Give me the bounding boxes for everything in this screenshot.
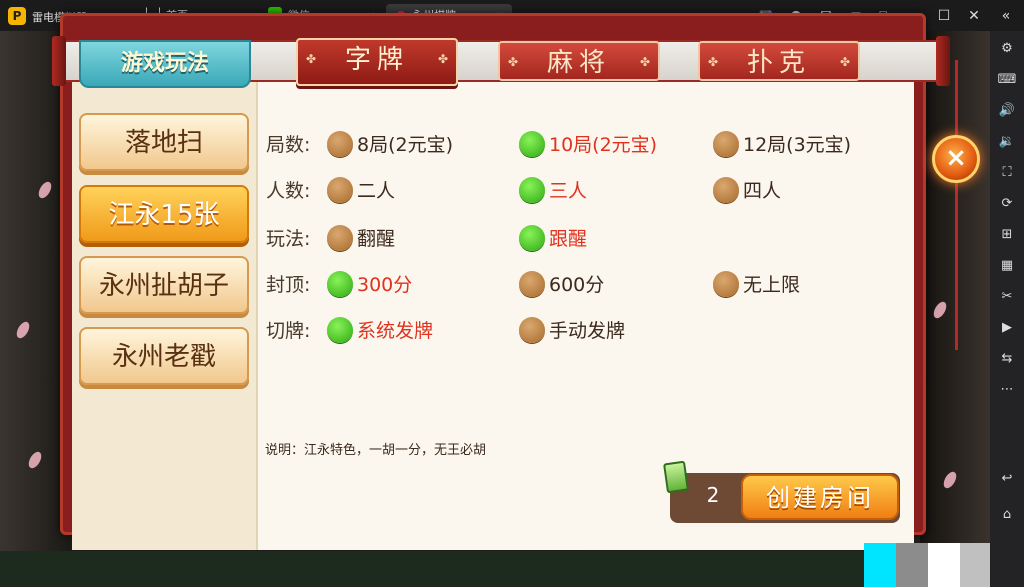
close-panel-button[interactable]: × bbox=[932, 135, 980, 183]
more-icon[interactable]: ⋯ bbox=[995, 378, 1019, 402]
sync-icon[interactable]: ⇆ bbox=[995, 347, 1019, 371]
back-icon[interactable]: ↩ bbox=[995, 467, 1019, 491]
apk-install-icon[interactable]: ▦ bbox=[995, 254, 1019, 278]
players-option[interactable]: 四人 bbox=[713, 176, 782, 203]
ornament-icon: ✤ bbox=[437, 52, 449, 66]
radio-dot-selected bbox=[327, 271, 353, 297]
rounds-option-label: 8局(2元宝) bbox=[357, 134, 454, 156]
video-record-icon[interactable]: ▶ bbox=[995, 316, 1019, 340]
home-android-icon[interactable]: ⌂ bbox=[995, 503, 1019, 527]
game-rules-tab[interactable]: 游戏玩法 bbox=[79, 40, 251, 88]
radio-dot bbox=[519, 271, 545, 297]
players-option-label: 三人 bbox=[549, 180, 588, 202]
radio-dot bbox=[519, 317, 545, 343]
deal-option[interactable]: 手动发牌 bbox=[519, 316, 626, 343]
rounds-option-label: 10局(2元宝) bbox=[549, 134, 658, 156]
add-window-icon[interactable]: ⊞ bbox=[995, 223, 1019, 247]
ornament-icon: ✤ bbox=[507, 55, 519, 69]
mode-jiangyong15-button[interactable]: 江永15张 bbox=[79, 185, 249, 243]
radio-dot bbox=[327, 131, 353, 157]
radio-dot-selected bbox=[327, 317, 353, 343]
swatch-cyan bbox=[864, 543, 896, 587]
deal-label: 切牌: bbox=[266, 320, 311, 342]
swatch-white bbox=[928, 543, 960, 587]
scroll-end-right bbox=[936, 36, 950, 86]
radio-dot bbox=[713, 177, 739, 203]
rounds-label: 局数: bbox=[266, 134, 311, 156]
players-option-label: 四人 bbox=[743, 180, 782, 202]
rounds-option[interactable]: 8局(2元宝) bbox=[327, 130, 454, 157]
rope-decoration bbox=[955, 60, 958, 350]
tab-mahjong-label: 麻将 bbox=[546, 48, 611, 78]
tab-mahjong[interactable]: ✤ 麻将 ✤ bbox=[498, 41, 660, 81]
play-style-label: 玩法: bbox=[266, 228, 311, 250]
room-card-icon bbox=[663, 460, 689, 494]
play-style-option-label: 翻醒 bbox=[357, 228, 396, 250]
close-window-icon[interactable]: ✕ bbox=[964, 6, 984, 26]
deal-option-label: 系统发牌 bbox=[357, 320, 434, 342]
tab-poker[interactable]: ✤ 扑克 ✤ bbox=[698, 41, 860, 81]
volume-down-icon[interactable]: 🔉 bbox=[995, 130, 1019, 154]
players-option-label: 二人 bbox=[357, 180, 396, 202]
rules-note: 说明：江永特色，一胡一分，无王必胡 bbox=[265, 443, 487, 458]
play-style-option[interactable]: 跟醒 bbox=[519, 224, 588, 251]
players-label: 人数: bbox=[266, 180, 311, 202]
rounds-option[interactable]: 12局(3元宝) bbox=[713, 130, 852, 157]
room-card-count: 2 bbox=[706, 483, 720, 507]
cap-option[interactable]: 600分 bbox=[519, 270, 605, 297]
radio-dot bbox=[327, 225, 353, 251]
cap-option-label: 无上限 bbox=[743, 274, 801, 296]
rounds-option[interactable]: 10局(2元宝) bbox=[519, 130, 658, 157]
mode-yongzhou-laochuo-button[interactable]: 永州老戳 bbox=[79, 327, 249, 385]
cap-option-label: 600分 bbox=[549, 274, 605, 296]
fullscreen-icon[interactable]: ⛶ bbox=[995, 161, 1019, 185]
mode-luodisao-button[interactable]: 落地扫 bbox=[79, 113, 249, 171]
settings-gear-icon[interactable]: ⚙ bbox=[995, 37, 1019, 61]
volume-up-icon[interactable]: 🔊 bbox=[995, 99, 1019, 123]
radio-dot bbox=[713, 271, 739, 297]
swatch-light-gray bbox=[960, 543, 990, 587]
deal-option[interactable]: 系统发牌 bbox=[327, 316, 434, 343]
rotate-icon[interactable]: ⟳ bbox=[995, 192, 1019, 216]
radio-dot-selected bbox=[519, 177, 545, 203]
emulator-logo-icon: P bbox=[8, 7, 26, 25]
ornament-icon: ✤ bbox=[639, 55, 651, 69]
scissors-icon[interactable]: ✂ bbox=[995, 285, 1019, 309]
collapse-sidebar-icon[interactable]: « bbox=[996, 6, 1016, 26]
ornament-icon: ✤ bbox=[839, 55, 851, 69]
ornament-icon: ✤ bbox=[305, 52, 317, 66]
swatch-gray bbox=[896, 543, 928, 587]
emulator-sidebar: ⚙ ⌨ 🔊 🔉 ⛶ ⟳ ⊞ ▦ ✂ ▶ ⇆ ⋯ ↩ ⌂ bbox=[990, 31, 1024, 587]
game-bottom-bar bbox=[0, 551, 990, 587]
scroll-end-left bbox=[52, 36, 66, 86]
create-room-button[interactable]: 创建房间 bbox=[741, 474, 899, 520]
play-style-option[interactable]: 翻醒 bbox=[327, 224, 396, 251]
radio-dot-selected bbox=[519, 131, 545, 157]
tab-zipai-label: 字牌 bbox=[344, 45, 409, 75]
cap-option[interactable]: 无上限 bbox=[713, 270, 801, 297]
radio-dot bbox=[713, 131, 739, 157]
radio-dot bbox=[327, 177, 353, 203]
players-option[interactable]: 二人 bbox=[327, 176, 396, 203]
tab-poker-label: 扑克 bbox=[746, 48, 811, 78]
players-option[interactable]: 三人 bbox=[519, 176, 588, 203]
deal-option-label: 手动发牌 bbox=[549, 320, 626, 342]
mode-yongzhou-chehuzi-button[interactable]: 永州扯胡子 bbox=[79, 256, 249, 314]
tab-zipai[interactable]: ✤ 字牌 ✤ bbox=[296, 38, 458, 86]
rounds-option-label: 12局(3元宝) bbox=[743, 134, 852, 156]
play-style-option-label: 跟醒 bbox=[549, 228, 588, 250]
radio-dot-selected bbox=[519, 225, 545, 251]
cap-option[interactable]: 300分 bbox=[327, 270, 413, 297]
maximize-icon[interactable]: ☐ bbox=[934, 6, 954, 26]
cap-label: 封顶: bbox=[266, 274, 311, 296]
ornament-icon: ✤ bbox=[707, 55, 719, 69]
keyboard-icon[interactable]: ⌨ bbox=[995, 68, 1019, 92]
cap-option-label: 300分 bbox=[357, 274, 413, 296]
